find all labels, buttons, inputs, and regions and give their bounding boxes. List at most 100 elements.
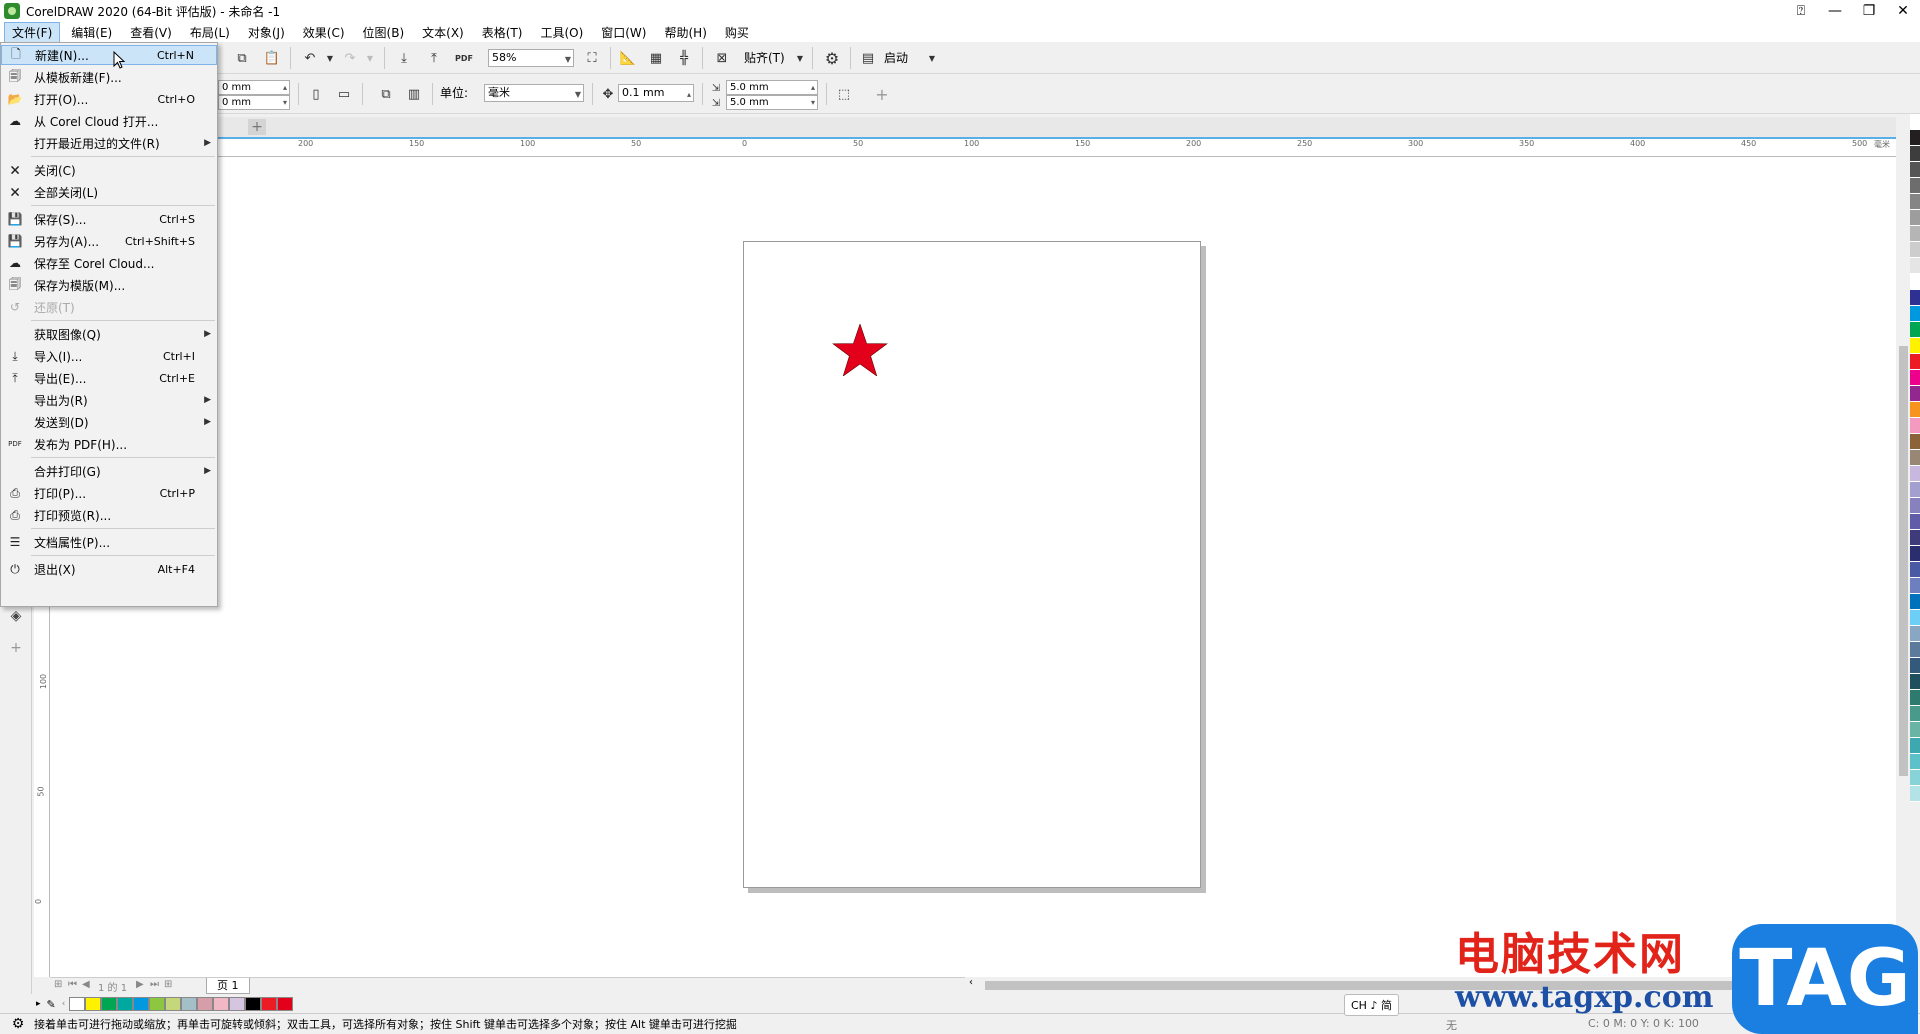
all-pages-icon[interactable]: ⧉: [376, 84, 396, 104]
palette-swatch[interactable]: [1910, 146, 1920, 162]
doc-palette-swatch[interactable]: [229, 997, 246, 1011]
doc-palette-swatch[interactable]: [181, 997, 198, 1011]
next-page-icon[interactable]: ▶: [136, 979, 144, 990]
file-menu-item[interactable]: PDF 发布为 PDF(H)...: [1, 434, 217, 454]
file-menu-item[interactable]: 🗐 保存为模版(M)...: [1, 275, 217, 295]
menu-item[interactable]: 工具(O): [533, 23, 590, 42]
palette-swatch[interactable]: [1910, 738, 1920, 754]
palette-swatch[interactable]: [1910, 546, 1920, 562]
palette-swatch[interactable]: [1910, 674, 1920, 690]
file-menu-item[interactable]: 🗙 关闭(C): [1, 160, 217, 180]
palette-swatch[interactable]: [1910, 530, 1920, 546]
palette-swatch[interactable]: [1910, 482, 1920, 498]
last-page-icon[interactable]: ⏭: [150, 979, 159, 990]
publish-pdf-icon[interactable]: PDF: [454, 48, 474, 68]
drawing-canvas[interactable]: [50, 157, 1898, 977]
palette-swatch[interactable]: [1910, 338, 1920, 354]
file-menu-item[interactable]: ⎙ 打印预览(R)...: [1, 505, 217, 525]
doc-palette-swatch[interactable]: [117, 997, 134, 1011]
launch-chevron-down-icon[interactable]: ▼: [922, 48, 942, 68]
doc-palette-swatch[interactable]: [213, 997, 230, 1011]
menu-item[interactable]: 文件(F): [4, 21, 61, 43]
show-rulers-icon[interactable]: 📐: [618, 48, 638, 68]
document-page[interactable]: [743, 241, 1201, 888]
nudge-distance-field[interactable]: 0.1 mm ▴: [618, 84, 694, 102]
palette-swatch[interactable]: [1910, 306, 1920, 322]
file-menu-item[interactable]: 合并打印(G) ▶: [1, 461, 217, 481]
palette-swatch[interactable]: [1910, 386, 1920, 402]
doc-palette-swatch[interactable]: [261, 997, 278, 1011]
treat-as-filled-icon[interactable]: ⬚: [834, 84, 854, 104]
palette-swatch[interactable]: [1910, 466, 1920, 482]
options-gear-icon[interactable]: ⚙: [822, 48, 842, 68]
palette-swatch[interactable]: [1910, 770, 1920, 786]
snap-off-icon[interactable]: ⊠: [712, 48, 732, 68]
menu-item[interactable]: 查看(V): [123, 23, 179, 42]
menu-item[interactable]: 购买: [718, 23, 756, 42]
palette-swatch[interactable]: [1910, 226, 1920, 242]
eyedropper-icon[interactable]: ✎: [47, 998, 56, 1011]
add-page-icon[interactable]: ⊞: [54, 979, 62, 990]
palette-swatch[interactable]: [1910, 322, 1920, 338]
file-menu-item[interactable]: 🗐 从模板新建(F)...: [1, 67, 217, 87]
add-icon[interactable]: +: [872, 84, 892, 104]
scroll-left-icon[interactable]: ‹: [969, 977, 973, 988]
show-grid-icon[interactable]: ▦: [646, 48, 666, 68]
portrait-icon[interactable]: ▯: [306, 84, 326, 104]
palette-swatch[interactable]: [1910, 642, 1920, 658]
file-menu-item[interactable]: ☰ 文档属性(P)...: [1, 532, 217, 552]
doc-palette-swatch[interactable]: [85, 997, 102, 1011]
menu-item[interactable]: 位图(B): [356, 23, 412, 42]
palette-swatch[interactable]: [1910, 722, 1920, 738]
file-menu-item[interactable]: 获取图像(Q) ▶: [1, 324, 217, 344]
file-menu-item[interactable]: 📂 打开(O)... Ctrl+O: [1, 89, 217, 109]
palette-swatch[interactable]: [1910, 626, 1920, 642]
menu-item[interactable]: 帮助(H): [657, 23, 713, 42]
file-menu-item[interactable]: 发送到(D) ▶: [1, 412, 217, 432]
doc-palette-swatch[interactable]: [277, 997, 294, 1011]
menu-item[interactable]: 编辑(E): [64, 23, 119, 42]
file-menu-item[interactable]: 🗋 新建(N)... Ctrl+N: [1, 45, 217, 65]
menu-item[interactable]: 表格(T): [475, 23, 530, 42]
palette-swatch[interactable]: [1910, 130, 1920, 146]
paste-icon[interactable]: 📋: [262, 48, 282, 68]
page-width-field[interactable]: 0 mm ▴: [218, 80, 290, 95]
file-menu-item[interactable]: 打开最近用过的文件(R) ▶: [1, 133, 217, 153]
redo-icon[interactable]: ↷: [340, 48, 360, 68]
page-tab[interactable]: 页 1: [206, 978, 250, 994]
file-menu-item[interactable]: ⤒ 导出(E)... Ctrl+E: [1, 368, 217, 388]
palette-swatch[interactable]: [1910, 562, 1920, 578]
redo-dropdown-icon[interactable]: ▼: [360, 48, 380, 68]
add-tool-icon[interactable]: +: [6, 638, 26, 658]
zoom-level-field[interactable]: 58% ▼: [488, 49, 574, 67]
close-icon[interactable]: ✕: [1886, 0, 1920, 22]
menu-item[interactable]: 窗口(W): [594, 23, 653, 42]
vertical-scrollbar[interactable]: [1896, 114, 1910, 994]
red-star-shape[interactable]: [832, 324, 888, 376]
menu-item[interactable]: 效果(C): [296, 23, 352, 42]
prev-page-icon[interactable]: ◀: [82, 979, 90, 990]
menu-item[interactable]: 文本(X): [415, 23, 471, 42]
snap-chevron-down-icon[interactable]: ▼: [790, 48, 810, 68]
unit-select[interactable]: 毫米 ▼: [484, 84, 584, 102]
vertical-scroll-thumb[interactable]: [1899, 346, 1908, 776]
file-menu-item[interactable]: 导出为(R) ▶: [1, 390, 217, 410]
palette-swatch[interactable]: [1910, 706, 1920, 722]
application-launcher-icon[interactable]: ▤: [858, 48, 878, 68]
copy-icon[interactable]: ⧉: [232, 48, 252, 68]
palette-swatch[interactable]: [1910, 498, 1920, 514]
palette-swatch[interactable]: [1910, 594, 1920, 610]
file-menu-item[interactable]: ⏻ 退出(X) Alt+F4: [1, 559, 217, 579]
add-document-icon[interactable]: +: [248, 119, 266, 135]
palette-swatch[interactable]: [1910, 258, 1920, 274]
doc-palette-swatch[interactable]: [245, 997, 262, 1011]
file-menu-item[interactable]: 💾 保存(S)... Ctrl+S: [1, 209, 217, 229]
page-height-field[interactable]: 0 mm ▾: [218, 95, 290, 110]
menu-item[interactable]: 布局(L): [183, 23, 237, 42]
palette-swatch[interactable]: [1910, 514, 1920, 530]
full-screen-icon[interactable]: ⛶: [582, 48, 602, 68]
restore-icon[interactable]: ❐: [1852, 0, 1886, 22]
import-icon[interactable]: ⤓: [394, 48, 414, 68]
palette-swatch[interactable]: [1910, 418, 1920, 434]
palette-swatch[interactable]: [1910, 210, 1920, 226]
